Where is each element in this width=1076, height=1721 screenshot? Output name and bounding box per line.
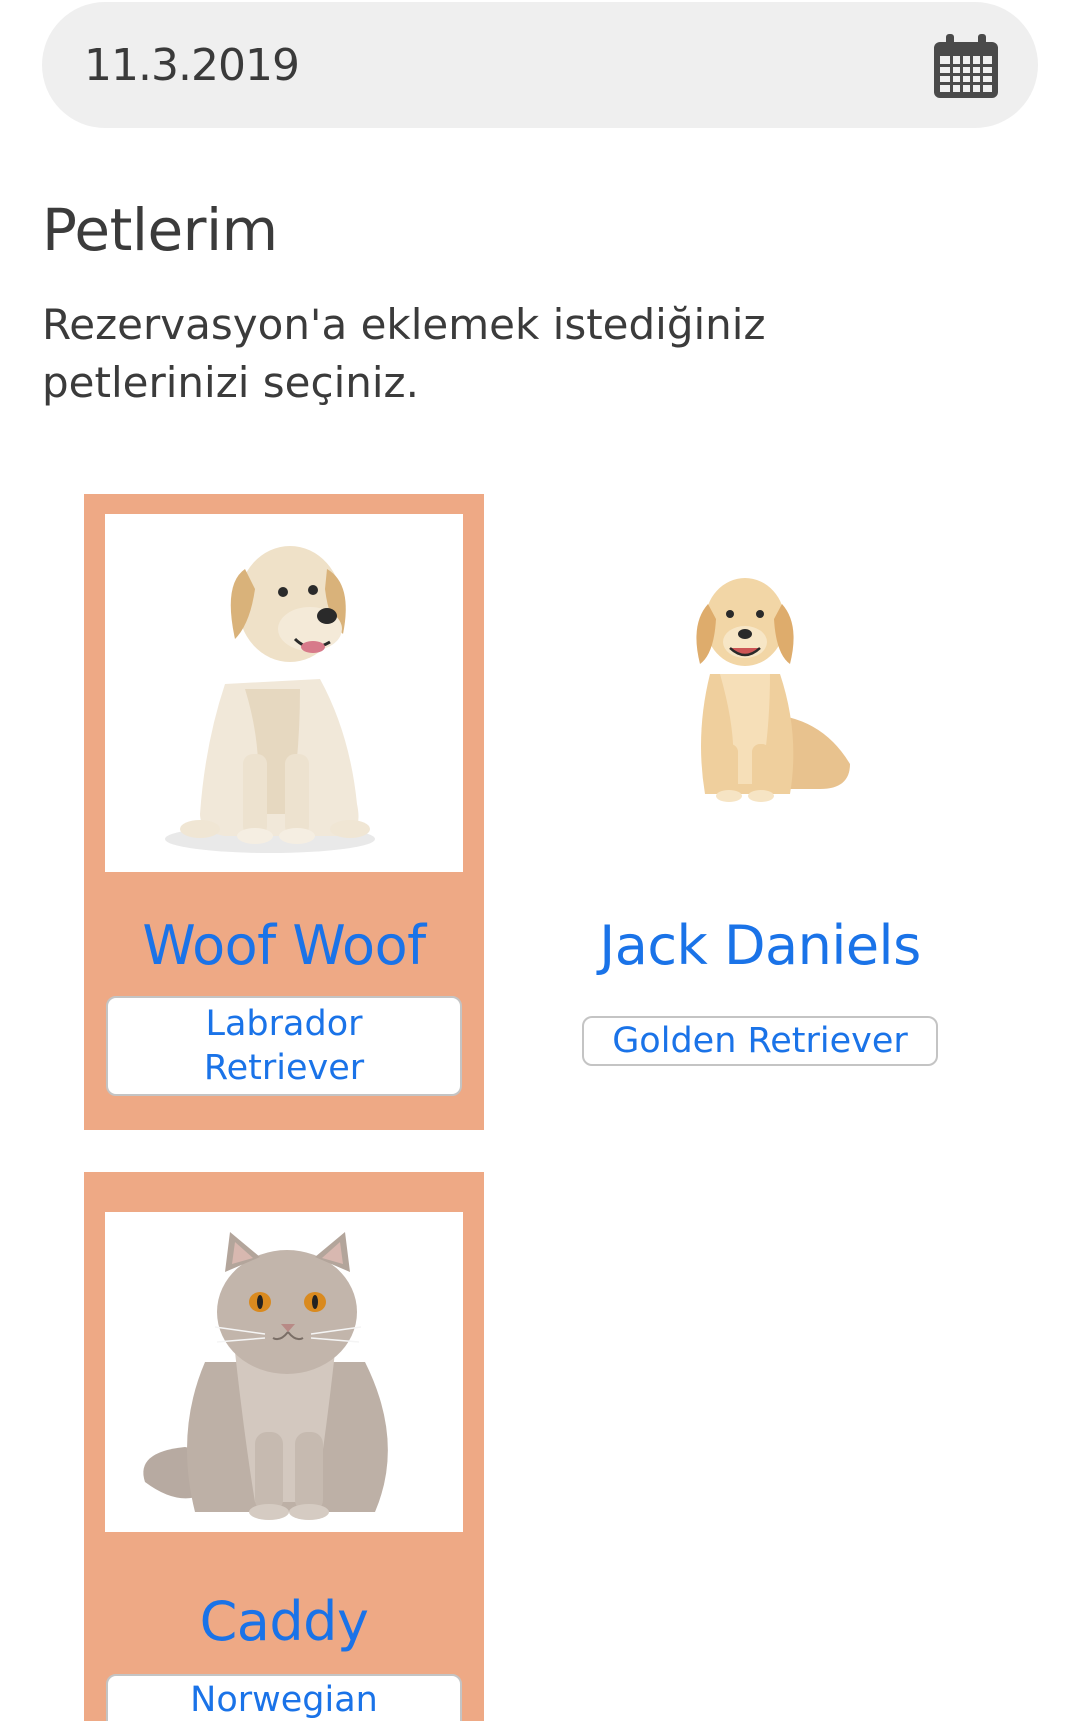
pet-breed-badge: Golden Retriever (582, 1016, 938, 1066)
date-field[interactable]: 11.3.2019 (42, 2, 1038, 128)
pet-photo-cat (105, 1212, 463, 1532)
date-value[interactable]: 11.3.2019 (84, 40, 300, 91)
pet-breed-badge: Norwegian (106, 1674, 462, 1721)
pet-card-caddy[interactable]: Caddy Norwegian (84, 1172, 484, 1721)
pet-name: Caddy (199, 1590, 369, 1653)
pet-name: Woof Woof (142, 914, 426, 977)
labrador-dog-image (165, 546, 375, 853)
norwegian-cat-image (143, 1232, 388, 1520)
pet-card-jack-daniels[interactable]: Jack Daniels Golden Retriever (560, 494, 960, 1130)
pet-card-woof-woof[interactable]: Woof Woof Labrador Retriever (84, 494, 484, 1130)
pet-breed-badge: Labrador Retriever (106, 996, 462, 1096)
pet-photo-labrador (105, 514, 463, 872)
section-description: Rezervasyon'a eklemek istediğiniz petler… (42, 300, 766, 407)
golden-retriever-dog-image (696, 578, 850, 802)
section-title: Petlerim (42, 196, 278, 264)
pet-name: Jack Daniels (599, 914, 921, 977)
pet-photo-golden-retriever (650, 564, 870, 814)
calendar-icon[interactable] (930, 32, 1002, 102)
page: 11.3.2019 Petlerim Rezervasyon'a eklemek… (0, 0, 1076, 1721)
